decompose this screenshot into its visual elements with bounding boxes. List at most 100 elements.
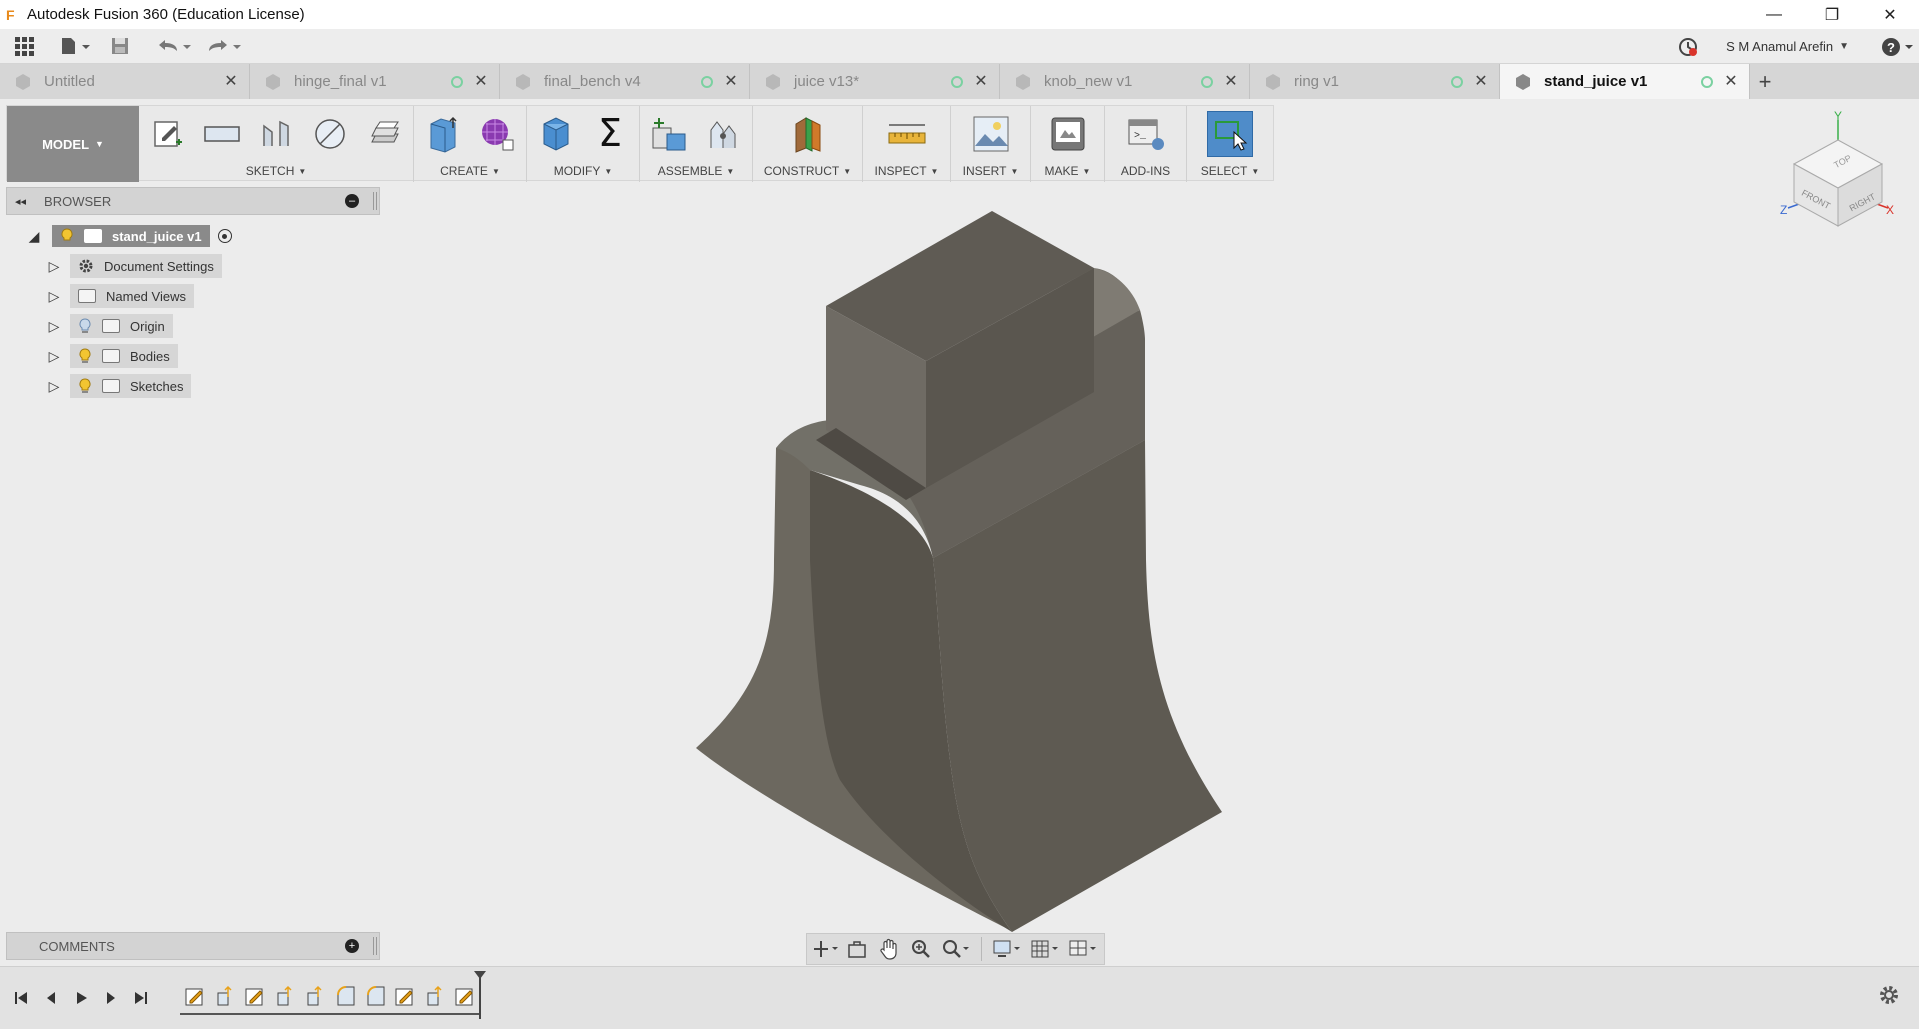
workspace-switcher[interactable]: MODEL ▼: [7, 106, 139, 182]
timeline-extrude-icon[interactable]: [300, 981, 330, 1011]
addins-label[interactable]: ADD-INS: [1121, 162, 1170, 180]
tab-close-icon[interactable]: ✕: [1223, 73, 1239, 90]
chevron-down-icon: ▼: [1082, 166, 1091, 176]
measure-icon[interactable]: [884, 111, 930, 157]
print-3d-icon[interactable]: [1045, 111, 1091, 157]
qat-right-group: S M Anamul Arefin ▼ ?: [1668, 29, 1919, 64]
make-menu[interactable]: MAKE ▼: [1045, 162, 1091, 180]
modify-menu[interactable]: MODIFY ▼: [533, 162, 633, 180]
undo-button[interactable]: [150, 29, 200, 64]
orbit-icon[interactable]: [811, 936, 839, 962]
saved-status-icon: [951, 75, 963, 88]
tab-untitled[interactable]: Untitled ✕: [0, 64, 250, 99]
timeline-extrude-icon[interactable]: [210, 981, 240, 1011]
inspect-menu[interactable]: INSPECT ▼: [875, 162, 939, 180]
form-icon[interactable]: [474, 111, 520, 157]
window-title: Autodesk Fusion 360 (Education License): [27, 6, 305, 23]
sigma-icon[interactable]: Σ: [587, 111, 633, 157]
timeline-sketch-icon[interactable]: [240, 981, 270, 1011]
step-forward-icon[interactable]: [96, 983, 126, 1013]
sketch-menu[interactable]: SKETCH ▼: [145, 162, 407, 180]
user-name[interactable]: S M Anamul Arefin: [1726, 39, 1833, 54]
tab-close-icon[interactable]: ✕: [223, 73, 239, 90]
save-icon: [112, 38, 128, 54]
play-icon[interactable]: [66, 983, 96, 1013]
plus-icon[interactable]: +: [345, 939, 359, 953]
rectangle-icon[interactable]: [199, 111, 245, 157]
viewports-icon[interactable]: [1066, 936, 1100, 962]
offset-plane-icon[interactable]: [785, 111, 831, 157]
restore-button[interactable]: ❐: [1803, 0, 1861, 29]
tab-juice[interactable]: juice v13* ✕: [750, 64, 1000, 99]
timeline-fillet-icon[interactable]: [360, 981, 390, 1011]
canvas-viewport[interactable]: Y X Z TOP FRONT RIGHT: [0, 109, 1919, 966]
new-component-icon[interactable]: [646, 111, 692, 157]
go-to-end-icon[interactable]: [126, 983, 156, 1013]
tab-stand-juice[interactable]: stand_juice v1 ✕: [1500, 64, 1750, 99]
timeline-sketch-icon[interactable]: [180, 981, 210, 1011]
zoom-icon[interactable]: [907, 936, 935, 962]
display-settings-icon[interactable]: [990, 936, 1024, 962]
file-menu-button[interactable]: [50, 29, 100, 64]
scripts-icon[interactable]: >_: [1123, 111, 1169, 157]
document-tabs: Untitled ✕ hinge_final v1 ✕ final_bench …: [0, 64, 1919, 99]
user-menu-chevron-icon[interactable]: ▼: [1839, 41, 1849, 52]
timeline-settings-gear-icon[interactable]: [1877, 983, 1905, 1011]
construct-menu[interactable]: CONSTRUCT ▼: [764, 162, 851, 180]
timeline-fillet-icon[interactable]: [330, 981, 360, 1011]
construct-group: CONSTRUCT ▼: [753, 106, 863, 182]
look-at-icon[interactable]: [843, 936, 871, 962]
tab-close-icon[interactable]: ✕: [973, 73, 989, 90]
job-status-icon: [1679, 37, 1698, 56]
help-button[interactable]: ?: [1879, 29, 1919, 64]
job-status-button[interactable]: [1668, 29, 1708, 64]
zoom-window-icon[interactable]: [939, 936, 973, 962]
tab-close-icon[interactable]: ✕: [1473, 73, 1489, 90]
create-menu[interactable]: CREATE ▼: [420, 162, 520, 180]
step-back-icon[interactable]: [36, 983, 66, 1013]
tab-close-icon[interactable]: ✕: [473, 73, 489, 90]
assemble-menu[interactable]: ASSEMBLE ▼: [646, 162, 746, 180]
undo-icon: [159, 40, 191, 51]
timeline-marker-handle[interactable]: [474, 971, 486, 1019]
joint-icon[interactable]: [700, 111, 746, 157]
close-button[interactable]: ✕: [1861, 0, 1919, 29]
group-label: ASSEMBLE: [657, 164, 723, 178]
timeline-sketch-icon[interactable]: [390, 981, 420, 1011]
group-label: CREATE: [440, 164, 488, 178]
insert-group: INSERT ▼: [951, 106, 1031, 182]
tab-close-icon[interactable]: ✕: [1723, 73, 1739, 90]
insert-image-icon[interactable]: [968, 111, 1014, 157]
comments-panel-header[interactable]: COMMENTS +: [6, 932, 380, 960]
circle-icon[interactable]: [307, 111, 353, 157]
project-icon[interactable]: [361, 111, 407, 157]
chevron-down-icon: ▼: [1251, 166, 1260, 176]
press-pull-icon[interactable]: [533, 111, 579, 157]
tab-ring[interactable]: ring v1 ✕: [1250, 64, 1500, 99]
extrude-icon[interactable]: [420, 111, 466, 157]
create-sketch-icon[interactable]: [145, 111, 191, 157]
view-cube[interactable]: Y X Z TOP FRONT RIGHT: [1776, 109, 1896, 240]
insert-menu[interactable]: INSERT ▼: [963, 162, 1019, 180]
grid-menu-icon[interactable]: [0, 29, 50, 64]
tab-label: juice v13*: [794, 73, 860, 90]
tab-knob-new[interactable]: knob_new v1 ✕: [1000, 64, 1250, 99]
redo-button[interactable]: [200, 29, 250, 64]
tab-final-bench[interactable]: final_bench v4 ✕: [500, 64, 750, 99]
tab-hinge-final[interactable]: hinge_final v1 ✕: [250, 64, 500, 99]
model-render[interactable]: [0, 181, 1919, 966]
line-icon[interactable]: [253, 111, 299, 157]
go-to-start-icon[interactable]: [6, 983, 36, 1013]
timeline-extrude-icon[interactable]: [420, 981, 450, 1011]
select-menu[interactable]: SELECT ▼: [1201, 162, 1260, 180]
tab-label: ring v1: [1294, 73, 1340, 90]
minimize-button[interactable]: —: [1745, 0, 1803, 29]
save-button[interactable]: [100, 29, 140, 64]
timeline-extrude-icon[interactable]: [270, 981, 300, 1011]
drag-handle[interactable]: [373, 937, 377, 955]
select-icon[interactable]: [1207, 111, 1253, 157]
grid-settings-icon[interactable]: [1028, 936, 1062, 962]
new-tab-button[interactable]: +: [1750, 64, 1780, 99]
pan-hand-icon[interactable]: [875, 936, 903, 962]
tab-close-icon[interactable]: ✕: [723, 73, 739, 90]
